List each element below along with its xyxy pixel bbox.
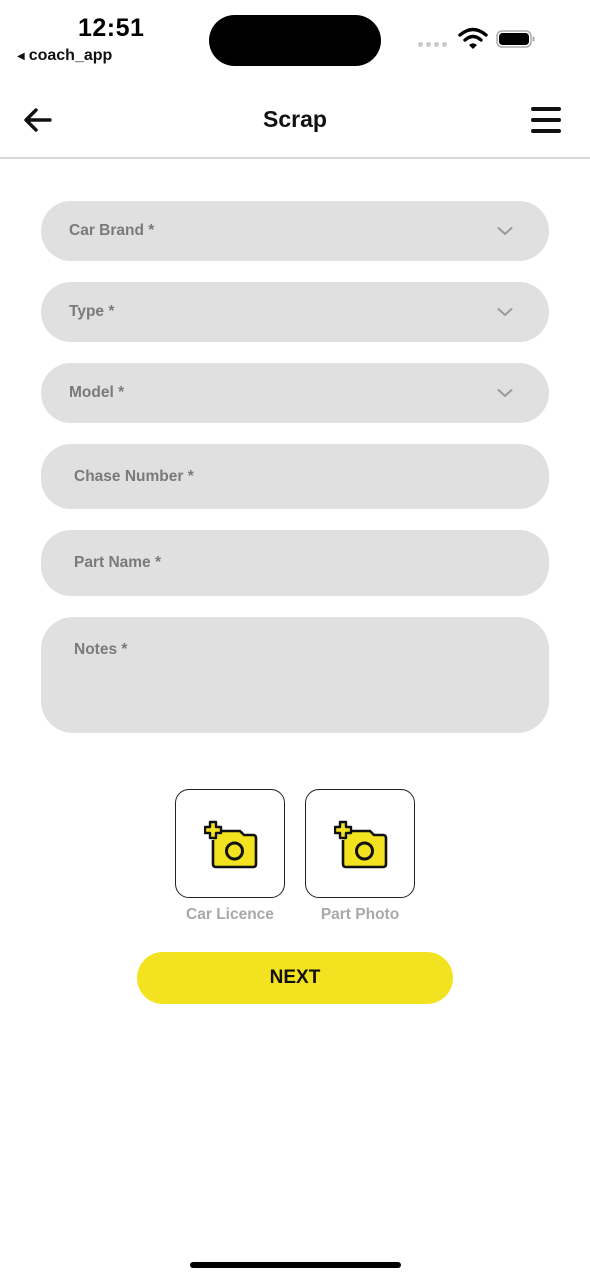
chase-number-input[interactable]: Chase Number * <box>41 444 549 509</box>
app-header: Scrap <box>0 80 590 159</box>
dynamic-island <box>209 15 381 66</box>
notes-textarea[interactable]: Notes * <box>41 617 549 733</box>
wifi-icon <box>458 27 488 49</box>
status-time: 12:51 <box>78 14 145 42</box>
home-indicator[interactable] <box>190 1262 401 1268</box>
model-select[interactable]: Model * <box>41 363 549 423</box>
back-to-app-link[interactable]: ◀ coach_app <box>17 47 112 65</box>
part-name-placeholder: Part Name * <box>74 554 162 571</box>
car-licence-label: Car Licence <box>186 906 274 923</box>
part-photo-label: Part Photo <box>320 906 400 923</box>
model-placeholder: Model * <box>69 384 125 401</box>
part-photo-upload-button[interactable] <box>305 789 415 898</box>
next-button[interactable]: NEXT <box>137 952 453 1004</box>
car-licence-upload-button[interactable] <box>175 789 285 898</box>
chevron-down-icon <box>497 389 513 397</box>
type-select[interactable]: Type * <box>41 282 549 342</box>
add-photo-icon <box>334 820 388 869</box>
page-title: Scrap <box>263 106 327 132</box>
notes-placeholder: Notes * <box>74 641 128 658</box>
battery-icon <box>496 30 535 48</box>
car-brand-placeholder: Car Brand * <box>69 222 155 239</box>
back-triangle-icon: ◀ <box>17 50 25 62</box>
type-placeholder: Type * <box>69 303 115 320</box>
chevron-down-icon <box>497 227 513 235</box>
chevron-down-icon <box>497 308 513 316</box>
signal-dots-icon <box>418 42 447 47</box>
car-brand-select[interactable]: Car Brand * <box>41 201 549 261</box>
back-app-name: coach_app <box>28 47 113 64</box>
hamburger-menu-icon[interactable] <box>528 104 564 136</box>
part-name-input[interactable]: Part Name * <box>41 530 549 596</box>
chase-number-placeholder: Chase Number * <box>74 467 194 485</box>
add-photo-icon <box>204 820 258 869</box>
